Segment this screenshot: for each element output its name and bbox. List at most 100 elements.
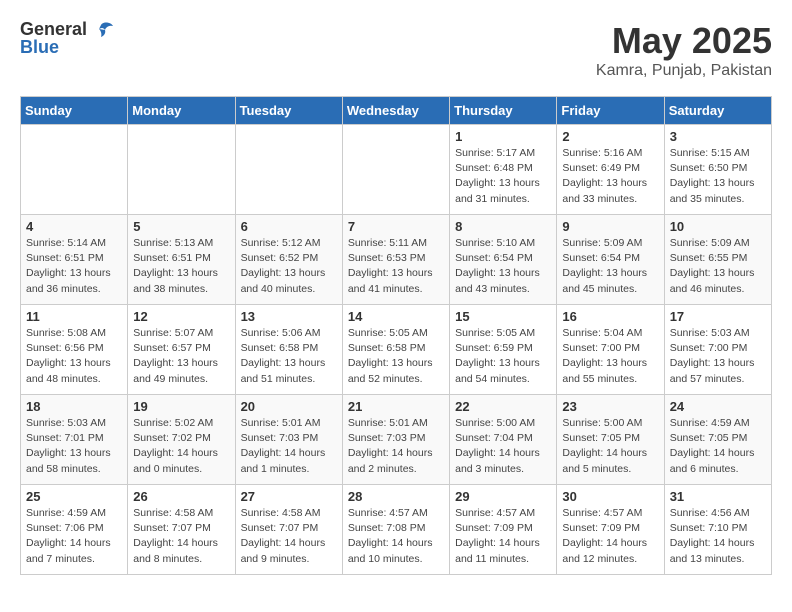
sunrise-text: Sunrise: 5:16 AM [562,147,642,159]
sunset-text: Sunset: 7:05 PM [670,432,748,444]
calendar-cell: 2 Sunrise: 5:16 AMSunset: 6:49 PMDaylight… [557,125,664,215]
sunrise-text: Sunrise: 4:57 AM [348,507,428,519]
calendar-cell: 4Sunrise: 5:14 AMSunset: 6:51 PMDaylight… [21,215,128,305]
sunset-text: and 8 minutes. [133,553,202,565]
daylight-hours-label: Daylight: 14 hours [562,447,647,459]
daylight-hours-label: Daylight: 14 hours [348,447,433,459]
day-info: Sunrise: 5:12 AMSunset: 6:52 PMDaylight:… [241,236,337,297]
sunset-text: and 45 minutes. [562,283,637,295]
weekday-header-monday: Monday [128,97,235,125]
day-number: 3 [670,129,766,144]
day-info: Sunrise: 5:02 AMSunset: 7:02 PMDaylight:… [133,416,229,477]
sunset-text: and 38 minutes. [133,283,208,295]
sunrise-text: Sunrise: 5:11 AM [348,237,427,249]
daylight-hours-label: Daylight: 14 hours [670,447,755,459]
sunset-text: and 12 minutes. [562,553,637,565]
sunset-text: Sunset: 6:54 PM [455,252,533,264]
sunrise-text: Sunrise: 4:58 AM [241,507,321,519]
weekday-header-wednesday: Wednesday [342,97,449,125]
sunrise-text: Sunrise: 5:06 AM [241,327,321,339]
sunset-text: and 2 minutes. [348,463,417,475]
sunset-text: Sunset: 7:09 PM [562,522,640,534]
title-block: May 2025 Kamra, Punjab, Pakistan [596,20,772,80]
day-info: Sunrise: 5:17 AMSunset: 6:48 PMDaylight:… [455,146,551,207]
calendar-cell: 24 Sunrise: 4:59 AMSunset: 7:05 PMDayligh… [664,395,771,485]
logo-bird-icon [91,21,113,39]
sunrise-text: Sunrise: 5:07 AM [133,327,213,339]
day-number: 31 [670,489,766,504]
day-number: 9 [562,219,658,234]
day-info: Sunrise: 5:04 AMSunset: 7:00 PMDaylight:… [562,326,658,387]
sunrise-text: Sunrise: 4:57 AM [562,507,642,519]
day-info: Sunrise: 5:06 AMSunset: 6:58 PMDaylight:… [241,326,337,387]
daylight-hours-label: Daylight: 13 hours [26,267,111,279]
calendar-week-1: 1 Sunrise: 5:17 AMSunset: 6:48 PMDaylight… [21,125,772,215]
sunrise-text: Sunrise: 5:12 AM [241,237,321,249]
sunrise-text: Sunrise: 5:00 AM [562,417,642,429]
sunset-text: and 10 minutes. [348,553,423,565]
day-number: 7 [348,219,444,234]
logo-blue-text: Blue [20,38,59,58]
sunset-text: and 58 minutes. [26,463,101,475]
sunset-text: and 6 minutes. [670,463,739,475]
calendar-cell [128,125,235,215]
calendar-cell: 26Sunrise: 4:58 AMSunset: 7:07 PMDayligh… [128,485,235,575]
sunset-text: Sunset: 6:52 PM [241,252,319,264]
sunset-text: Sunset: 7:09 PM [455,522,533,534]
day-info: Sunrise: 4:58 AMSunset: 7:07 PMDaylight:… [133,506,229,567]
day-info: Sunrise: 5:13 AMSunset: 6:51 PMDaylight:… [133,236,229,297]
sunset-text: and 33 minutes. [562,193,637,205]
sunset-text: Sunset: 6:53 PM [348,252,426,264]
sunset-text: and 46 minutes. [670,283,745,295]
sunset-text: and 54 minutes. [455,373,530,385]
sunset-text: Sunset: 7:01 PM [26,432,104,444]
calendar-cell: 6Sunrise: 5:12 AMSunset: 6:52 PMDaylight… [235,215,342,305]
logo: General Blue [20,20,113,58]
sunset-text: and 7 minutes. [26,553,95,565]
calendar-cell: 27Sunrise: 4:58 AMSunset: 7:07 PMDayligh… [235,485,342,575]
sunset-text: Sunset: 7:07 PM [241,522,319,534]
sunrise-text: Sunrise: 5:10 AM [455,237,535,249]
daylight-hours-label: Daylight: 14 hours [562,537,647,549]
sunrise-text: Sunrise: 5:09 AM [562,237,642,249]
sunset-text: Sunset: 6:57 PM [133,342,211,354]
calendar-week-5: 25Sunrise: 4:59 AMSunset: 7:06 PMDayligh… [21,485,772,575]
calendar-cell [342,125,449,215]
day-info: Sunrise: 5:00 AMSunset: 7:05 PMDaylight:… [562,416,658,477]
weekday-header-thursday: Thursday [450,97,557,125]
day-number: 28 [348,489,444,504]
sunset-text: and 31 minutes. [455,193,530,205]
calendar-table: SundayMondayTuesdayWednesdayThursdayFrid… [20,96,772,575]
calendar-cell: 14Sunrise: 5:05 AMSunset: 6:58 PMDayligh… [342,305,449,395]
day-number: 18 [26,399,122,414]
calendar-cell: 22Sunrise: 5:00 AMSunset: 7:04 PMDayligh… [450,395,557,485]
sunset-text: and 3 minutes. [455,463,524,475]
sunrise-text: Sunrise: 5:03 AM [26,417,106,429]
sunrise-text: Sunrise: 5:17 AM [455,147,535,159]
day-number: 1 [455,129,551,144]
daylight-hours-label: Daylight: 13 hours [133,267,218,279]
daylight-hours-label: Daylight: 13 hours [455,357,540,369]
sunrise-text: Sunrise: 5:09 AM [670,237,750,249]
daylight-hours-label: Daylight: 13 hours [133,357,218,369]
daylight-hours-label: Daylight: 14 hours [455,537,540,549]
sunset-text: Sunset: 7:03 PM [348,432,426,444]
day-info: Sunrise: 4:59 AMSunset: 7:05 PMDaylight:… [670,416,766,477]
sunset-text: and 36 minutes. [26,283,101,295]
day-info: Sunrise: 4:56 AMSunset: 7:10 PMDaylight:… [670,506,766,567]
sunrise-text: Sunrise: 5:08 AM [26,327,106,339]
sunset-text: Sunset: 6:58 PM [241,342,319,354]
weekday-header-row: SundayMondayTuesdayWednesdayThursdayFrid… [21,97,772,125]
day-info: Sunrise: 5:16 AMSunset: 6:49 PMDaylight:… [562,146,658,207]
day-number: 10 [670,219,766,234]
sunset-text: and 41 minutes. [348,283,423,295]
daylight-hours-label: Daylight: 13 hours [26,447,111,459]
day-info: Sunrise: 5:05 AMSunset: 6:58 PMDaylight:… [348,326,444,387]
day-number: 24 [670,399,766,414]
day-number: 15 [455,309,551,324]
day-number: 2 [562,129,658,144]
sunset-text: Sunset: 7:08 PM [348,522,426,534]
sunrise-text: Sunrise: 4:56 AM [670,507,750,519]
calendar-cell: 29Sunrise: 4:57 AMSunset: 7:09 PMDayligh… [450,485,557,575]
day-number: 19 [133,399,229,414]
